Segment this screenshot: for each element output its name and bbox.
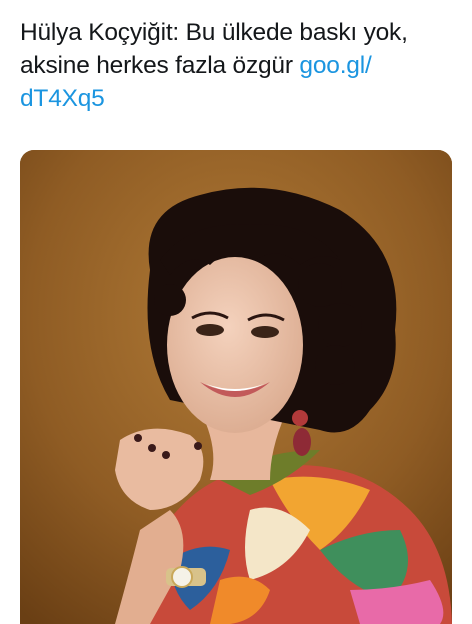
tweet-link-part-1: goo.gl/ bbox=[299, 52, 372, 79]
tweet-text: Hülya Koçyiğit: Bu ülkede baskı yok, aks… bbox=[20, 16, 460, 115]
tweet-link-part-2: dT4Xq5 bbox=[20, 85, 105, 112]
portrait-photo-icon bbox=[20, 150, 452, 624]
tweet-photo[interactable] bbox=[20, 150, 452, 624]
